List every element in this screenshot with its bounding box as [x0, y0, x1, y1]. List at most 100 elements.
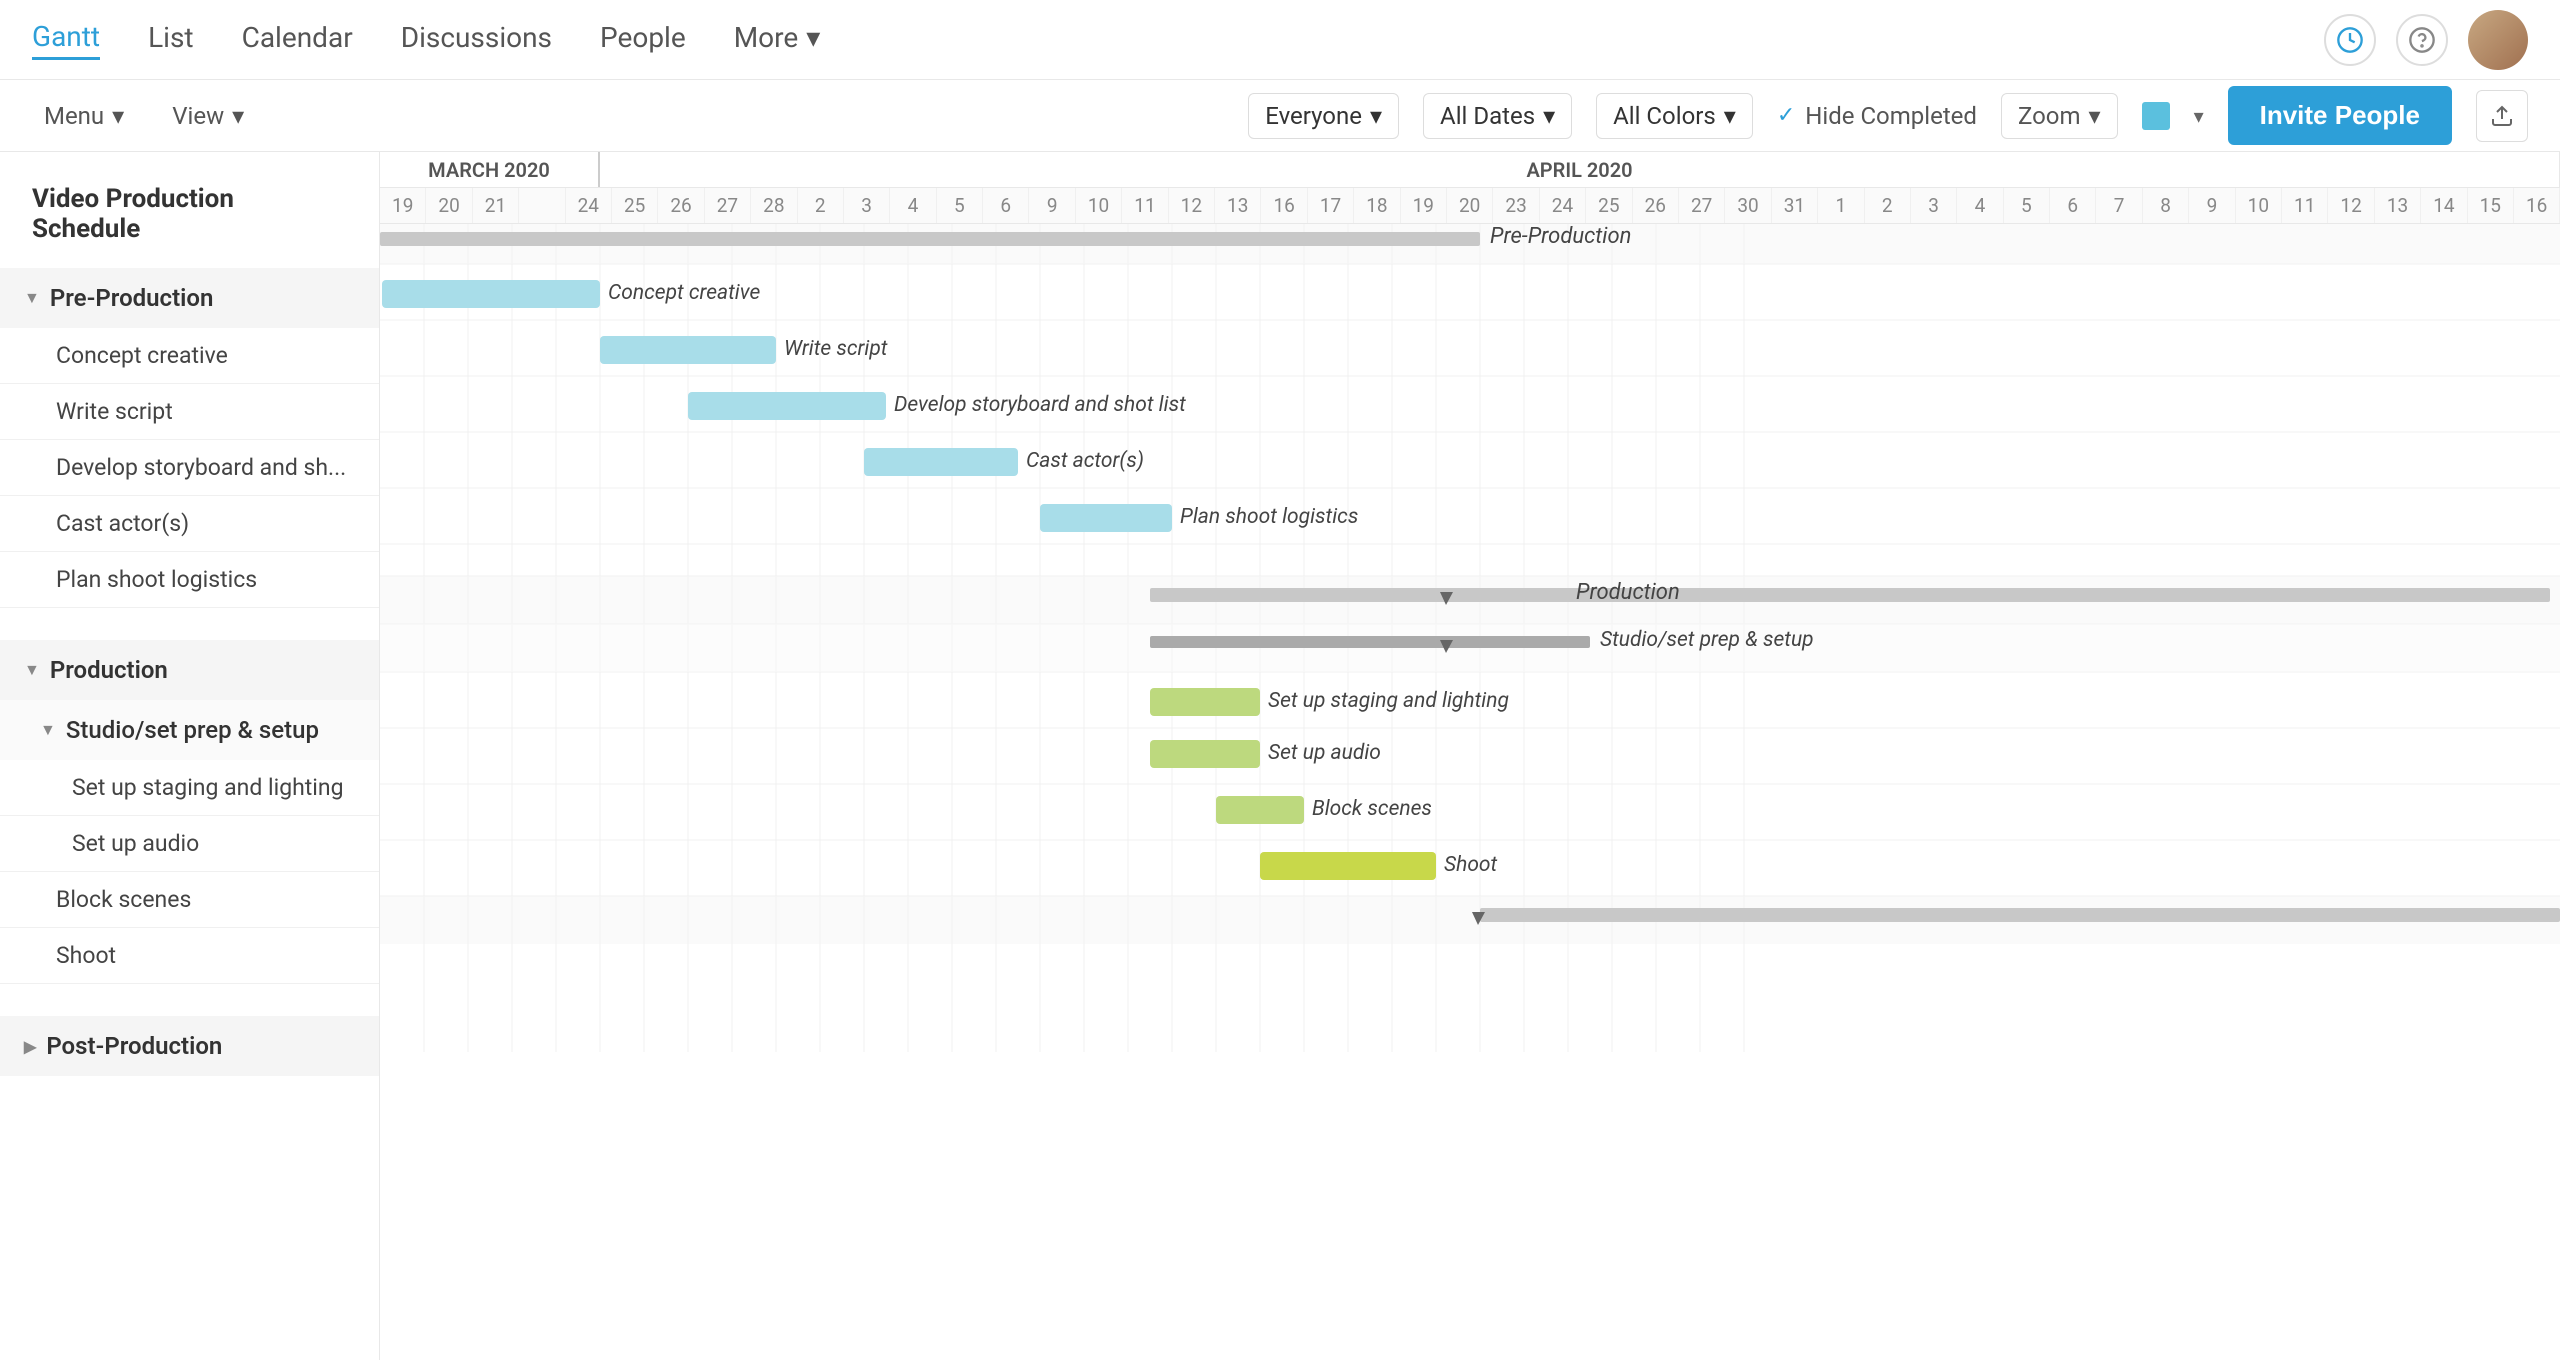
checkmark-icon: ✓	[1777, 103, 1795, 128]
task-write-script[interactable]: Write script	[0, 384, 379, 440]
day-12: 12	[1169, 188, 1215, 223]
menu-button[interactable]: Menu ▾	[32, 94, 136, 138]
day-28: 28	[751, 188, 797, 223]
apr-10: 10	[2236, 188, 2282, 223]
view-label: View	[172, 102, 224, 130]
day-9: 9	[1029, 188, 1075, 223]
nav-gantt[interactable]: Gantt	[32, 20, 100, 60]
invite-people-button[interactable]: Invite People	[2228, 86, 2452, 145]
user-avatar[interactable]	[2468, 10, 2528, 70]
nav-more[interactable]: More ▾	[734, 21, 821, 58]
apr-8: 8	[2143, 188, 2189, 223]
group-studio-setup[interactable]: ▼ Studio/set prep & setup	[0, 700, 379, 760]
apr-3: 3	[1911, 188, 1957, 223]
all-dates-filter[interactable]: All Dates ▾	[1423, 93, 1572, 139]
day-19b: 19	[1401, 188, 1447, 223]
day-18: 18	[1354, 188, 1400, 223]
day-20: 20	[426, 188, 472, 223]
all-colors-filter[interactable]: All Colors ▾	[1596, 93, 1753, 139]
export-button[interactable]	[2476, 90, 2528, 142]
day-16: 16	[1261, 188, 1307, 223]
color-picker-chevron[interactable]: ▾	[2194, 104, 2204, 128]
apr-13: 13	[2375, 188, 2421, 223]
svg-text:Shoot: Shoot	[1444, 853, 1498, 877]
svg-text:Set up staging and lighting: Set up staging and lighting	[1268, 689, 1509, 713]
gantt-inner: MARCH 2020 APRIL 2020 19 20 21 24 25 26 …	[380, 152, 2560, 224]
april-label: APRIL 2020	[600, 152, 2560, 187]
day-20b: 20	[1447, 188, 1493, 223]
all-colors-label: All Colors	[1613, 102, 1716, 130]
task-develop-storyboard[interactable]: Develop storyboard and sh...	[0, 440, 379, 496]
clock-icon-btn[interactable]	[2324, 14, 2376, 66]
day-3: 3	[844, 188, 890, 223]
march-label: MARCH 2020	[380, 152, 600, 187]
group-post-production[interactable]: ▶ Post-Production	[0, 1016, 379, 1076]
color-picker-square[interactable]	[2142, 102, 2170, 130]
nav-calendar[interactable]: Calendar	[242, 21, 353, 58]
timeline-header: MARCH 2020 APRIL 2020 19 20 21 24 25 26 …	[380, 152, 2560, 224]
day-19: 19	[380, 188, 426, 223]
nav-discussions[interactable]: Discussions	[401, 21, 552, 58]
task-cast-actors[interactable]: Cast actor(s)	[0, 496, 379, 552]
apr-16: 16	[2514, 188, 2560, 223]
expand-pre-production-icon: ▼	[24, 288, 40, 308]
expand-post-production-icon: ▶	[24, 1037, 36, 1056]
toolbar: Menu ▾ View ▾ Everyone ▾ All Dates ▾ All…	[0, 80, 2560, 152]
hide-completed-toggle[interactable]: ✓ Hide Completed	[1777, 102, 1977, 130]
day-25b: 25	[1586, 188, 1632, 223]
svg-text:Plan shoot logistics: Plan shoot logistics	[1180, 505, 1358, 529]
day-25: 25	[612, 188, 658, 223]
zoom-label: Zoom	[2018, 102, 2081, 130]
day-31: 31	[1772, 188, 1818, 223]
apr-5: 5	[2004, 188, 2050, 223]
task-shoot[interactable]: Shoot	[0, 928, 379, 984]
group-production[interactable]: ▼ Production	[0, 640, 379, 700]
day-5: 5	[937, 188, 983, 223]
chevron-down-icon: ▾	[806, 21, 820, 54]
day-30: 30	[1725, 188, 1771, 223]
month-row: MARCH 2020 APRIL 2020	[380, 152, 2560, 188]
day-13: 13	[1215, 188, 1261, 223]
top-navigation: Gantt List Calendar Discussions People M…	[0, 0, 2560, 80]
task-concept-creative[interactable]: Concept creative	[0, 328, 379, 384]
svg-text:Develop storyboard and shot li: Develop storyboard and shot list	[894, 393, 1186, 417]
day-10: 10	[1076, 188, 1122, 223]
day-24: 24	[566, 188, 612, 223]
nav-list[interactable]: List	[148, 21, 194, 58]
apr-6: 6	[2050, 188, 2096, 223]
dates-chevron-icon: ▾	[1543, 102, 1555, 130]
day-27b: 27	[1679, 188, 1725, 223]
day-11: 11	[1122, 188, 1168, 223]
day-6: 6	[983, 188, 1029, 223]
help-icon-btn[interactable]	[2396, 14, 2448, 66]
expand-production-icon: ▼	[24, 660, 40, 680]
task-audio[interactable]: Set up audio	[0, 816, 379, 872]
colors-chevron-icon: ▾	[1724, 102, 1736, 130]
task-staging-lighting[interactable]: Set up staging and lighting	[0, 760, 379, 816]
apr-12: 12	[2328, 188, 2374, 223]
expand-studio-icon: ▼	[40, 720, 56, 740]
svg-text:Set up audio: Set up audio	[1268, 741, 1381, 765]
nav-people[interactable]: People	[600, 21, 686, 58]
gantt-chart-area[interactable]: MARCH 2020 APRIL 2020 19 20 21 24 25 26 …	[380, 152, 2560, 1360]
group-pre-production[interactable]: ▼ Pre-Production	[0, 268, 379, 328]
day-21: 21	[473, 188, 519, 223]
pre-production-label: Pre-Production	[50, 284, 214, 312]
apr-15: 15	[2468, 188, 2514, 223]
task-block-scenes[interactable]: Block scenes	[0, 872, 379, 928]
day-4: 4	[890, 188, 936, 223]
apr-7: 7	[2096, 188, 2142, 223]
everyone-filter[interactable]: Everyone ▾	[1248, 93, 1399, 139]
zoom-button[interactable]: Zoom ▾	[2001, 93, 2118, 139]
svg-text:Block scenes: Block scenes	[1312, 797, 1432, 821]
view-chevron-icon: ▾	[232, 102, 244, 130]
svg-text:Studio/set prep & setup: Studio/set prep & setup	[1600, 628, 1814, 652]
svg-text:Pre-Production: Pre-Production	[1490, 224, 1631, 249]
task-plan-shoot[interactable]: Plan shoot logistics	[0, 552, 379, 608]
left-panel: Video Production Schedule ▼ Pre-Producti…	[0, 152, 380, 1360]
day-23: 23	[1493, 188, 1539, 223]
menu-chevron-icon: ▾	[112, 102, 124, 130]
day-row: 19 20 21 24 25 26 27 28 2 3 4 5 6 9 10	[380, 188, 2560, 224]
view-button[interactable]: View ▾	[160, 94, 256, 138]
everyone-chevron-icon: ▾	[1370, 102, 1382, 130]
